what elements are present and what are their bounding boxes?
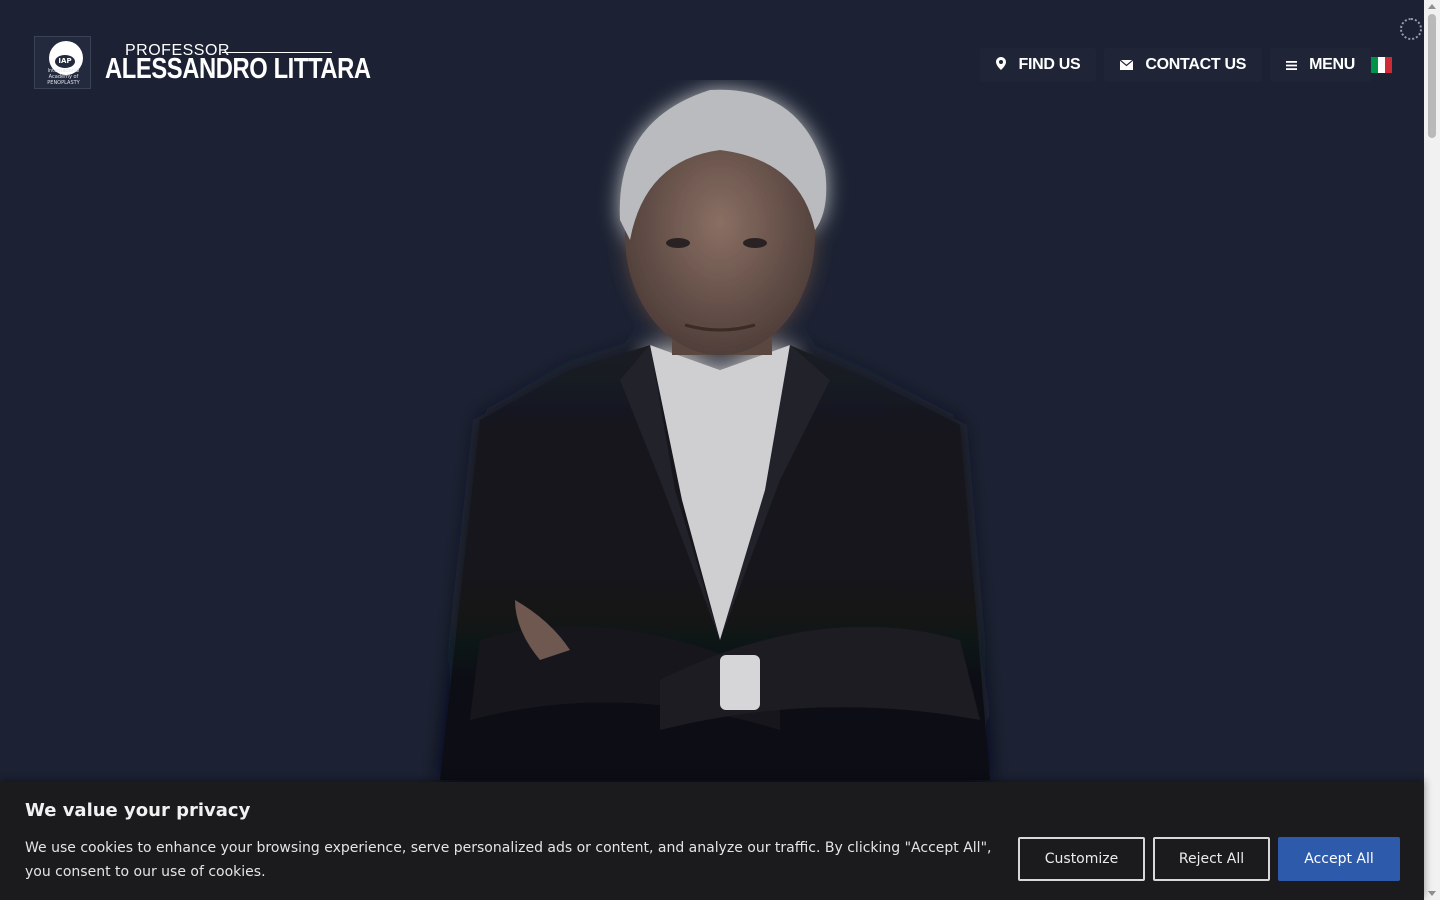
main-nav: FIND US CONTACT US MENU (972, 48, 1392, 82)
vertical-scrollbar[interactable] (1424, 0, 1440, 900)
scroll-down-arrow-icon[interactable] (1428, 891, 1436, 896)
italian-flag-icon[interactable] (1371, 57, 1392, 73)
contact-us-button[interactable]: CONTACT US (1104, 48, 1263, 82)
menu-label: MENU (1309, 56, 1355, 73)
reject-all-button[interactable]: Reject All (1153, 837, 1270, 881)
contact-us-label: CONTACT US (1145, 56, 1247, 73)
hero-portrait (440, 89, 990, 780)
menu-button[interactable]: MENU (1270, 48, 1371, 82)
envelope-icon (1119, 58, 1134, 73)
logo-wordmark: PROFESSOR ALESSANDRO LITTARA (105, 39, 371, 87)
scroll-up-arrow-icon[interactable] (1428, 4, 1436, 9)
accept-all-button[interactable]: Accept All (1278, 837, 1400, 881)
hamburger-icon (1286, 58, 1298, 73)
iap-logo-badge: IAP International Academy of PENOPLASTY (34, 36, 91, 89)
logo-name: ALESSANDRO LITTARA (105, 52, 371, 85)
find-us-button[interactable]: FIND US (980, 48, 1097, 82)
scrollbar-thumb[interactable] (1428, 14, 1436, 138)
customize-button[interactable]: Customize (1018, 837, 1145, 881)
logo-badge-text: IAP (55, 55, 75, 68)
logo-badge-subtext: International Academy of PENOPLASTY (47, 68, 80, 86)
cookie-banner-title: We value your privacy (25, 800, 251, 821)
find-us-label: FIND US (1018, 56, 1081, 73)
map-pin-icon (996, 57, 1007, 73)
cookie-banner-description: We use cookies to enhance your browsing … (25, 840, 992, 880)
cookie-consent-banner: We value your privacy We use cookies to … (0, 782, 1424, 900)
site-logo[interactable]: IAP International Academy of PENOPLASTY … (34, 36, 371, 89)
